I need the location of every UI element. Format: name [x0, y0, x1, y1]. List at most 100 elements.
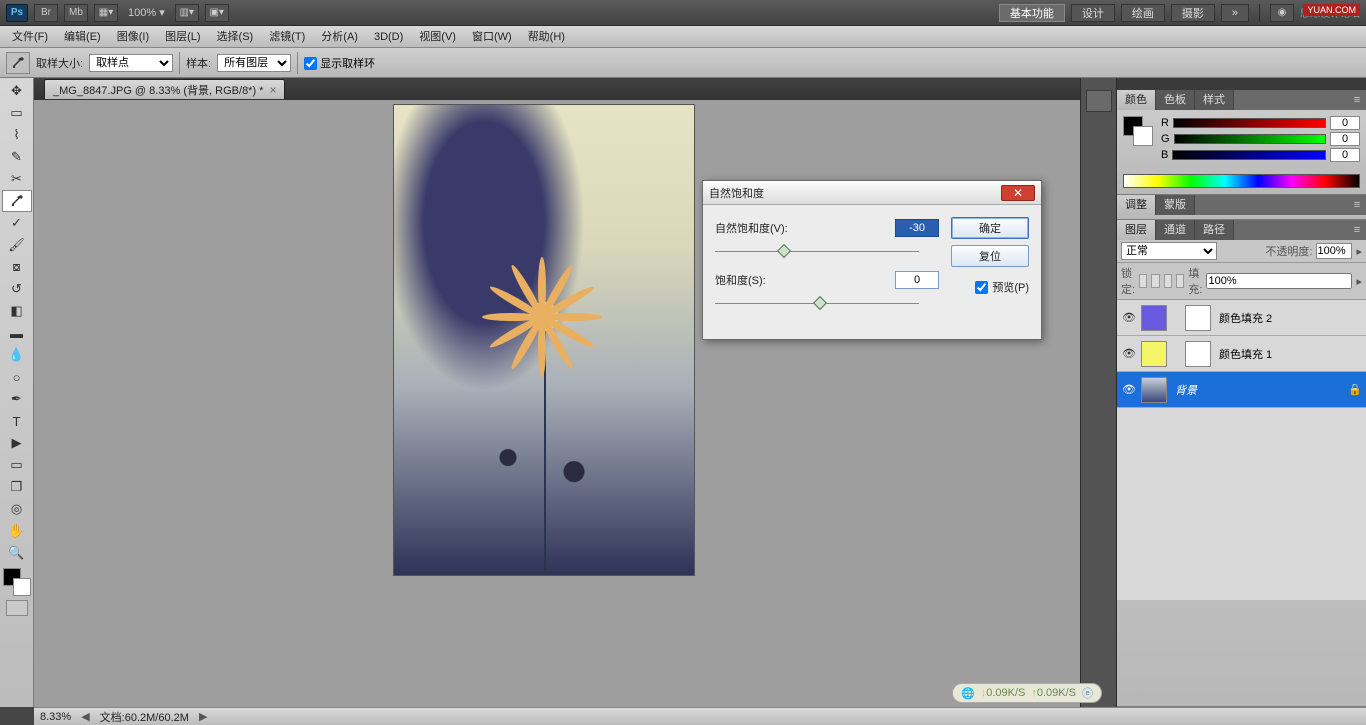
menu-3d[interactable]: 3D(D) [366, 26, 411, 48]
menu-filter[interactable]: 滤镜(T) [261, 26, 313, 48]
r-slider[interactable] [1173, 118, 1326, 128]
view-extras-icon[interactable]: ▦▾ [94, 4, 118, 22]
close-icon[interactable]: ✕ [1001, 185, 1035, 201]
menu-image[interactable]: 图像(I) [109, 26, 157, 48]
spectrum-ramp[interactable] [1123, 174, 1360, 188]
hand-tool[interactable]: ✋ [2, 520, 32, 542]
fill-input[interactable] [1206, 273, 1352, 289]
dodge-tool[interactable]: ○ [2, 366, 32, 388]
vibrance-input[interactable] [895, 219, 939, 237]
minibridge-icon[interactable]: Mb [64, 4, 88, 22]
blend-mode-select[interactable]: 正常 [1121, 242, 1217, 260]
gradient-tool[interactable]: ▬ [2, 322, 32, 344]
screen-mode-icon[interactable]: ▣▾ [205, 4, 229, 22]
close-tab-icon[interactable]: × [269, 83, 276, 97]
dock-icon-1[interactable] [1086, 90, 1112, 112]
layer-thumb[interactable] [1141, 377, 1167, 403]
b-input[interactable] [1330, 148, 1360, 162]
g-slider[interactable] [1174, 134, 1326, 144]
zoom-level[interactable]: 100% ▾ [128, 6, 165, 19]
pen-tool[interactable]: ✒ [2, 388, 32, 410]
eyedropper-tool-icon[interactable] [6, 52, 30, 74]
eyedropper-tool[interactable] [2, 190, 32, 212]
arrange-icon[interactable]: ▥▾ [175, 4, 199, 22]
status-zoom[interactable]: 8.33% [40, 711, 71, 723]
menu-help[interactable]: 帮助(H) [520, 26, 573, 48]
layer-row[interactable]: 👁 颜色填充 2 [1117, 300, 1366, 336]
shape-tool[interactable]: ▭ [2, 454, 32, 476]
menu-analysis[interactable]: 分析(A) [313, 26, 366, 48]
history-brush-tool[interactable]: ↺ [2, 278, 32, 300]
path-select-tool[interactable]: ▶ [2, 432, 32, 454]
workspace-photography[interactable]: 摄影 [1171, 4, 1215, 22]
3d-tool[interactable]: ❐ [2, 476, 32, 498]
menu-select[interactable]: 选择(S) [209, 26, 262, 48]
tab-adjustments[interactable]: 调整 [1117, 195, 1156, 215]
tab-swatches[interactable]: 色板 [1156, 90, 1195, 110]
sample-select[interactable]: 所有图层 [217, 54, 291, 72]
quick-mask-toggle[interactable] [6, 600, 28, 616]
g-input[interactable] [1330, 132, 1360, 146]
vibrance-slider[interactable] [715, 245, 1029, 259]
healing-brush-tool[interactable]: ✓ [2, 212, 32, 234]
saturation-slider[interactable] [715, 297, 1029, 311]
3d-camera-tool[interactable]: ◎ [2, 498, 32, 520]
workspace-essentials[interactable]: 基本功能 [999, 4, 1065, 22]
panel-menu-icon[interactable]: ≡ [1348, 220, 1366, 240]
saturation-input[interactable] [895, 271, 939, 289]
color-panel-swatch[interactable] [1123, 116, 1153, 146]
visibility-icon[interactable]: 👁 [1121, 310, 1137, 326]
menu-layer[interactable]: 图层(L) [157, 26, 208, 48]
crop-tool[interactable]: ✂ [2, 168, 32, 190]
workspace-painting[interactable]: 绘画 [1121, 4, 1165, 22]
menu-edit[interactable]: 编辑(E) [56, 26, 109, 48]
cs-live-icon[interactable]: ◉ [1270, 4, 1294, 22]
show-ring-checkbox[interactable]: 显示取样环 [304, 55, 375, 71]
file-tab[interactable]: _MG_8847.JPG @ 8.33% (背景, RGB/8*) * × [44, 79, 285, 99]
status-menu-icon[interactable]: ▶ [199, 710, 207, 723]
type-tool[interactable]: T [2, 410, 32, 432]
zoom-tool[interactable]: 🔍 [2, 542, 32, 564]
lock-pixels-icon[interactable] [1151, 274, 1159, 288]
layer-name[interactable]: 背景 [1171, 382, 1344, 398]
layer-mask[interactable] [1185, 341, 1211, 367]
tab-styles[interactable]: 样式 [1195, 90, 1234, 110]
bridge-icon[interactable]: Br [34, 4, 58, 22]
lock-all-icon[interactable] [1176, 274, 1184, 288]
visibility-icon[interactable]: 👁 [1121, 382, 1137, 398]
menu-window[interactable]: 窗口(W) [464, 26, 520, 48]
layer-mask[interactable] [1185, 305, 1211, 331]
ok-button[interactable]: 确定 [951, 217, 1029, 239]
color-swatch[interactable] [3, 568, 31, 596]
workspace-design[interactable]: 设计 [1071, 4, 1115, 22]
preview-checkbox[interactable]: 预览(P) [975, 279, 1029, 295]
tab-channels[interactable]: 通道 [1156, 220, 1195, 240]
tab-color[interactable]: 颜色 [1117, 90, 1156, 110]
layer-thumb[interactable] [1141, 305, 1167, 331]
brush-tool[interactable]: 🖌 [2, 234, 32, 256]
lock-position-icon[interactable] [1164, 274, 1172, 288]
tab-paths[interactable]: 路径 [1195, 220, 1234, 240]
panel-menu-icon[interactable]: ≡ [1348, 195, 1366, 215]
layer-thumb[interactable] [1141, 341, 1167, 367]
marquee-tool[interactable]: ▭ [2, 102, 32, 124]
quick-select-tool[interactable]: ✎ [2, 146, 32, 168]
layer-row[interactable]: 👁 颜色填充 1 [1117, 336, 1366, 372]
b-slider[interactable] [1172, 150, 1326, 160]
r-input[interactable] [1330, 116, 1360, 130]
layer-row[interactable]: 👁 背景 🔒 [1117, 372, 1366, 408]
panel-menu-icon[interactable]: ≡ [1348, 90, 1366, 110]
canvas[interactable] [394, 105, 694, 575]
workspace-more[interactable]: » [1221, 4, 1249, 22]
move-tool[interactable]: ✥ [2, 80, 32, 102]
layer-name[interactable]: 颜色填充 2 [1215, 310, 1362, 326]
dialog-titlebar[interactable]: 自然饱和度 ✕ [703, 181, 1041, 205]
stamp-tool[interactable]: ⧇ [2, 256, 32, 278]
opacity-input[interactable] [1316, 243, 1352, 259]
menu-view[interactable]: 视图(V) [411, 26, 464, 48]
menu-file[interactable]: 文件(F) [4, 26, 56, 48]
lock-transparent-icon[interactable] [1139, 274, 1147, 288]
layer-name[interactable]: 颜色填充 1 [1215, 346, 1362, 362]
tab-layers[interactable]: 图层 [1117, 220, 1156, 240]
lasso-tool[interactable]: ⌇ [2, 124, 32, 146]
